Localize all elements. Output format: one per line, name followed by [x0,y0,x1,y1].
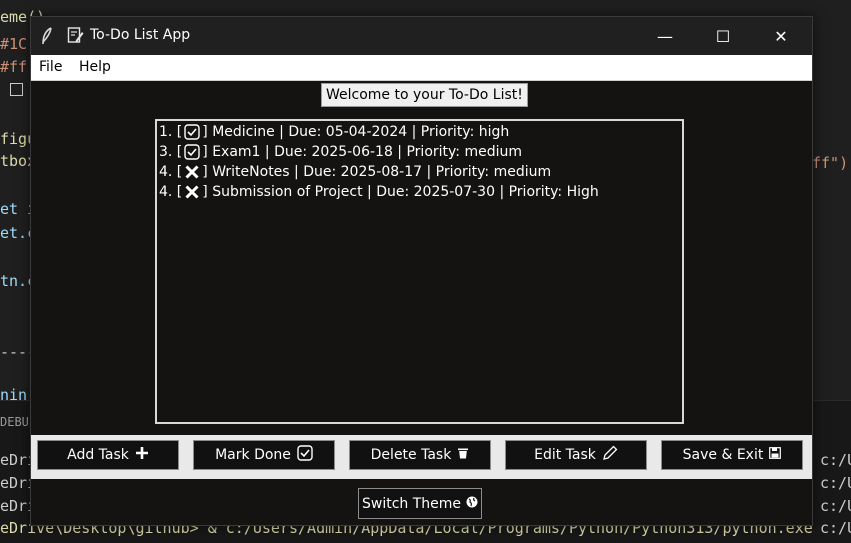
minimize-button[interactable]: — [636,17,694,55]
switch-theme-label: Switch Theme [361,495,462,512]
save-exit-button[interactable]: Save & Exit [661,440,803,470]
button-bar: Add Task Mark Done Delete Task Edit Task… [31,435,812,479]
task-index: 3. [ [159,144,183,160]
delete-task-button[interactable]: Delete Task [349,440,491,470]
todo-app-window: To-Do List App — ☐ ✕ File Help Welcome t… [30,16,813,526]
notepad-icon [67,26,84,48]
cross-icon [183,183,201,201]
checkbox-checked-icon [183,123,201,141]
task-details: ] Submission of Project | Due: 2025-07-3… [202,184,599,200]
title-bar[interactable]: To-Do List App — ☐ ✕ [31,17,812,55]
maximize-icon: ☐ [715,26,731,46]
task-list-item[interactable]: 4. [ ] Submission of Project | Due: 2025-… [159,182,599,202]
minimize-icon: — [657,26,673,46]
task-details: ] WriteNotes | Due: 2025-08-17 | Priorit… [202,164,552,180]
save-exit-label: Save & Exit [682,447,764,463]
terminal-line: c:/U [820,451,851,469]
edit-task-label: Edit Task [534,447,596,463]
code-line: #ff [0,58,28,76]
switch-theme-button[interactable]: Switch Theme [358,488,482,519]
terminal-line: c:/U [820,497,851,515]
add-task-label: Add Task [67,447,129,463]
task-details: ] Medicine | Due: 05-04-2024 | Priority:… [202,124,510,140]
mark-done-label: Mark Done [215,447,291,463]
edit-task-button[interactable]: Edit Task [505,440,647,470]
menu-help[interactable]: Help [79,59,111,75]
checkbox-checked-icon [183,143,201,161]
task-list-item[interactable]: 3. [ ] Exam1 | Due: 2025-06-18 | Priority… [159,142,522,162]
floppy-disk-icon [769,447,782,463]
delete-task-label: Delete Task [370,447,452,463]
close-icon: ✕ [774,26,788,46]
menu-bar: File Help [31,55,812,81]
feather-icon [41,27,53,49]
menu-file[interactable]: File [39,59,62,75]
task-listbox[interactable]: 1. [ ] Medicine | Due: 05-04-2024 | Prior… [155,119,684,424]
mark-done-button[interactable]: Mark Done [193,440,335,470]
window-title: To-Do List App [90,27,191,43]
globe-icon [466,496,478,512]
plus-icon [135,446,149,464]
maximize-button[interactable]: ☐ [694,17,752,55]
task-list-item[interactable]: 4. [ ] WriteNotes | Due: 2025-08-17 | Pri… [159,162,551,182]
code-line: #1C [0,35,28,53]
panel-tab-label: DEBU [0,415,29,429]
cross-icon [183,163,201,181]
trash-icon [457,447,469,463]
task-details: ] Exam1 | Due: 2025-06-18 | Priority: me… [202,144,522,160]
add-task-button[interactable]: Add Task [37,440,179,470]
pencil-icon [602,445,618,465]
close-button[interactable]: ✕ [752,17,810,55]
checkbox-icon [297,445,313,465]
terminal-line: c:/U [820,474,851,492]
terminal-line: c:/U [820,519,851,537]
task-index: 1. [ [159,124,183,140]
code-line: ff") [812,154,849,172]
task-index: 4. [ [159,184,183,200]
checkbox-icon [10,83,23,96]
task-list-item[interactable]: 1. [ ] Medicine | Due: 05-04-2024 | Prior… [159,122,509,142]
welcome-label: Welcome to your To-Do List! [321,83,528,107]
task-index: 4. [ [159,164,183,180]
